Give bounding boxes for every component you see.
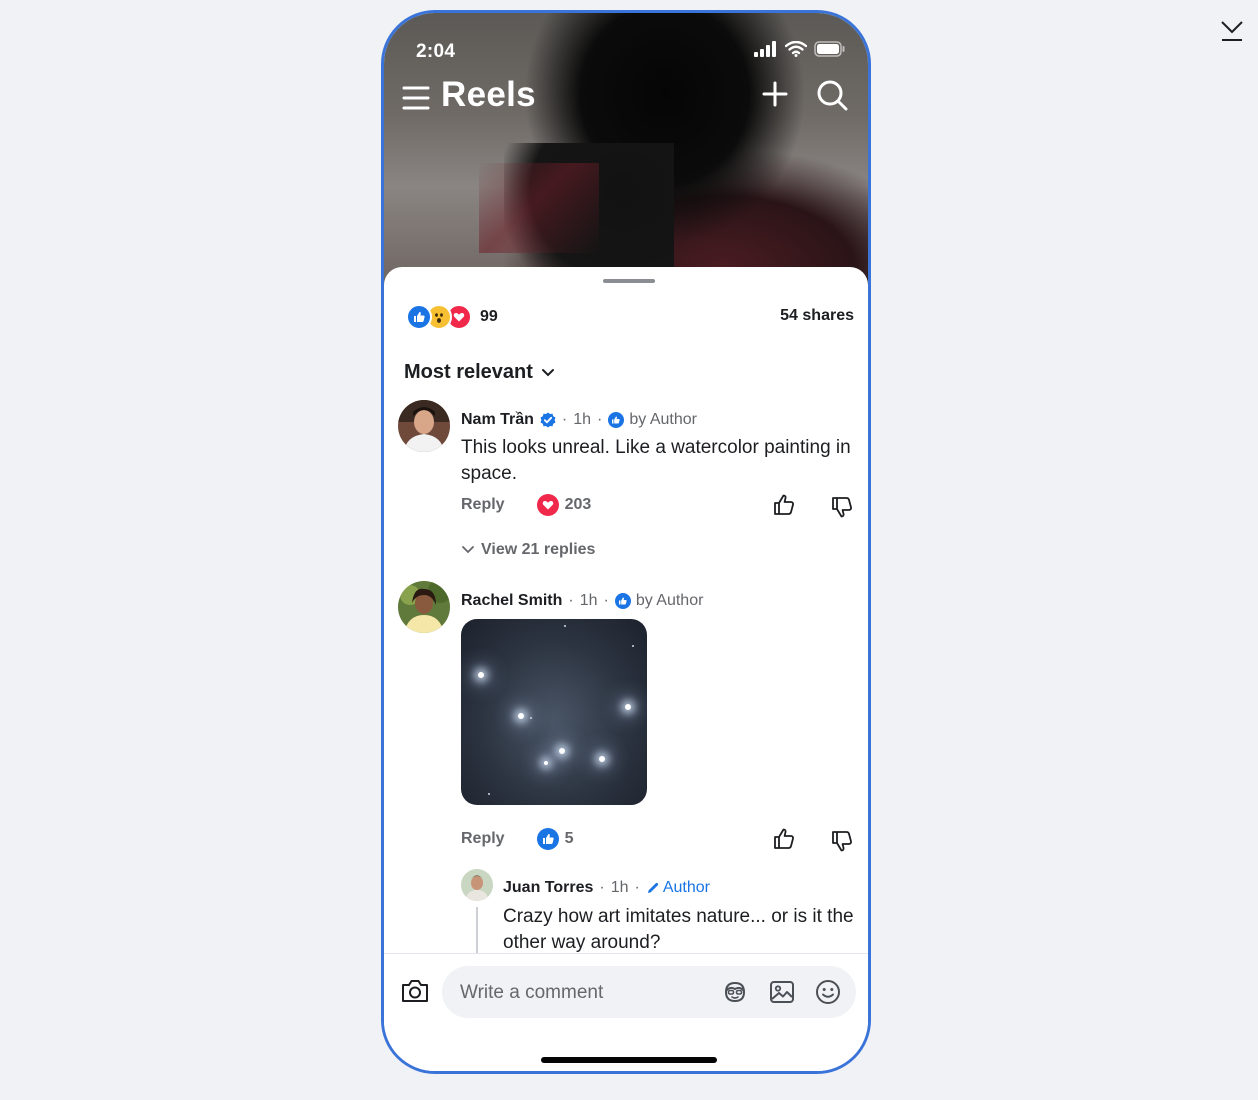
status-time: 2:04	[416, 41, 456, 62]
battery-icon	[814, 41, 845, 57]
commenter-name[interactable]: Rachel Smith	[461, 592, 562, 610]
comment-header: Rachel Smith · 1h · by Author	[461, 592, 704, 610]
author-tag: Author	[646, 879, 710, 897]
liked-by-author-label: by Author	[629, 411, 697, 428]
star-sparkle	[518, 713, 524, 719]
status-bar: 2:04	[384, 39, 868, 69]
search-icon[interactable]	[816, 79, 848, 111]
view-replies-button[interactable]: View 21 replies	[461, 541, 595, 559]
page-title: Reels	[441, 75, 536, 114]
verified-badge-icon	[540, 412, 556, 428]
reply-button[interactable]: Reply	[461, 830, 505, 848]
pencil-icon	[647, 882, 659, 893]
chevron-down-icon	[462, 546, 474, 554]
comment-time: 1h	[579, 592, 598, 609]
avatar[interactable]	[461, 869, 493, 901]
sort-label: Most relevant	[404, 361, 533, 383]
reply-button[interactable]: Reply	[461, 496, 505, 514]
camera-icon[interactable]	[400, 978, 430, 1004]
thumbs-up-icon[interactable]	[772, 827, 796, 851]
comment-reaction-count: 5	[564, 830, 574, 847]
star-sparkle	[625, 704, 631, 710]
sort-dropdown[interactable]: Most relevant	[404, 361, 555, 384]
comment-input[interactable]	[458, 966, 712, 1020]
liked-by-author-label: by Author	[635, 592, 704, 609]
sheet-grabber-handle[interactable]	[603, 279, 655, 283]
avatar[interactable]	[398, 400, 450, 452]
view-replies-label: View 21 replies	[481, 541, 596, 558]
avatar-sticker-icon[interactable]	[722, 980, 748, 1004]
thumbs-down-icon[interactable]	[830, 495, 854, 519]
reel-video-preview[interactable]: 2:04 Reels	[384, 13, 868, 303]
star-sparkle	[559, 748, 565, 754]
reply-time: 1h	[610, 879, 629, 896]
comment-text: This looks unreal. Like a watercolor pai…	[461, 437, 851, 484]
comment-reactions[interactable]: 5	[536, 828, 574, 850]
star-dot	[530, 717, 532, 719]
cellular-signal-icon	[754, 41, 776, 57]
author-label: Author	[662, 879, 710, 896]
star-dot	[488, 793, 490, 795]
reels-header: Reels	[384, 75, 868, 121]
star-sparkle	[599, 756, 605, 762]
chevron-down-icon	[541, 368, 554, 376]
phone-frame: 2:04 Reels 99 54 shares Most relevant Na…	[381, 10, 871, 1074]
reaction-count: 99	[480, 308, 498, 325]
gallery-icon[interactable]	[769, 980, 795, 1004]
comment-header: Nam Trần · 1h · by Author	[461, 411, 697, 429]
like-reaction-icon	[406, 304, 432, 330]
star-dot	[632, 645, 634, 647]
comment-image-sticker[interactable]	[461, 619, 647, 805]
reactions-summary[interactable]: 99	[406, 303, 498, 331]
menu-icon[interactable]	[402, 85, 430, 111]
author-like-badge-icon	[614, 593, 631, 609]
comment-reactions[interactable]: 203	[536, 494, 592, 516]
reply-header: Juan Torres · 1h · Author	[503, 879, 710, 897]
comment-actions: Reply 203	[461, 494, 591, 516]
comment-reaction-count: 203	[564, 496, 592, 513]
collapse-chevron-icon[interactable]	[1218, 16, 1246, 44]
home-indicator[interactable]	[541, 1057, 717, 1063]
star-dot	[564, 625, 566, 627]
reply-text: Crazy how art imitates nature... or is i…	[503, 906, 854, 953]
add-icon[interactable]	[762, 81, 788, 107]
commenter-name[interactable]: Nam Trần	[461, 411, 534, 429]
shares-count[interactable]: 54 shares	[780, 307, 854, 325]
profile-photo-icon	[461, 869, 493, 901]
emoji-icon[interactable]	[815, 979, 841, 1005]
replier-name[interactable]: Juan Torres	[503, 879, 593, 897]
avatar[interactable]	[398, 581, 450, 633]
wifi-icon	[785, 41, 807, 57]
profile-photo-icon	[398, 581, 450, 633]
comment-actions: Reply 5	[461, 828, 573, 850]
video-detail	[479, 163, 599, 253]
star-sparkle	[544, 761, 548, 765]
comment-time: 1h	[573, 411, 592, 428]
comment-box[interactable]	[442, 966, 856, 1020]
star-sparkle	[478, 672, 484, 678]
like-reaction-icon	[536, 828, 559, 850]
love-reaction-icon	[536, 494, 559, 516]
author-like-badge-icon	[608, 412, 625, 428]
thumbs-up-icon[interactable]	[772, 493, 796, 517]
comment-composer	[384, 953, 868, 1071]
thumbs-down-icon[interactable]	[830, 829, 854, 853]
profile-photo-icon	[398, 400, 450, 452]
